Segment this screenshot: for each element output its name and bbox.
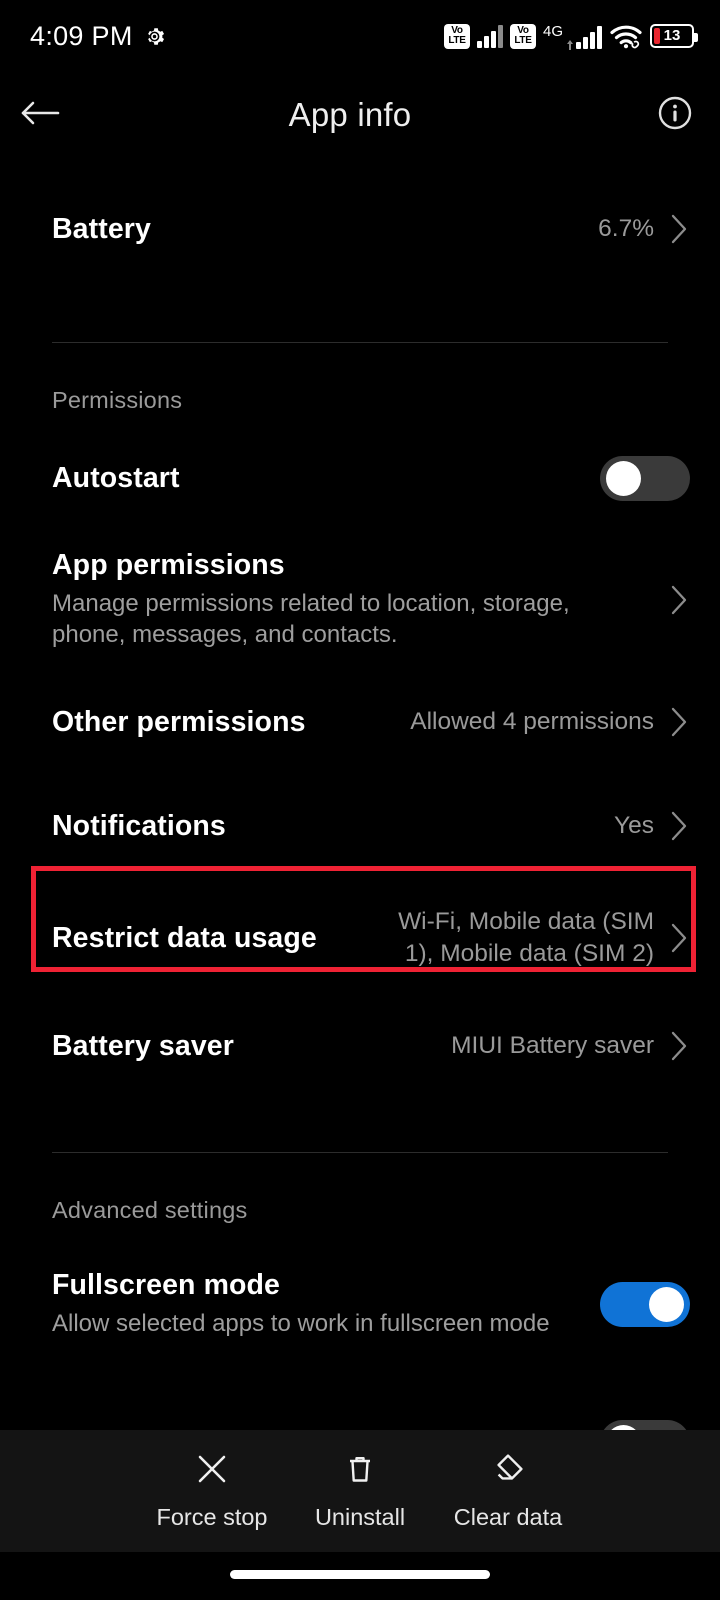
status-bar: 4:09 PM Vo LTE Vo LTE 4G 13 xyxy=(0,0,720,72)
app-info-screen: 4:09 PM Vo LTE Vo LTE 4G 13 App info Bat… xyxy=(0,0,720,1600)
chevron-right-icon xyxy=(668,921,690,955)
network-type-label: 4G xyxy=(542,22,563,40)
row-blur-app-previews[interactable]: Blur app previews xyxy=(0,1398,720,1430)
chevron-right-icon xyxy=(668,705,690,739)
battery-percent-label: 13 xyxy=(663,27,681,44)
signal-bars-sim2-icon xyxy=(576,25,602,49)
mobile-network-sim2-icon: 4G xyxy=(542,22,602,50)
eraser-icon xyxy=(491,1452,525,1491)
chevron-right-icon xyxy=(668,1029,690,1063)
row-battery-saver-value: MIUI Battery saver xyxy=(451,1032,654,1060)
toggle-knob xyxy=(649,1286,684,1322)
clear-data-label: Clear data xyxy=(453,1503,563,1530)
status-bar-left: 4:09 PM xyxy=(30,21,165,52)
row-app-permissions-title: App permissions xyxy=(52,549,285,582)
settings-list[interactable]: Battery 6.7% Permissions Autostart App p… xyxy=(0,170,720,1430)
signal-bars-sim1-icon xyxy=(476,24,503,48)
section-header-advanced-settings: Advanced settings xyxy=(52,1197,248,1223)
app-details-button[interactable] xyxy=(630,76,720,154)
row-notifications[interactable]: Notifications Yes xyxy=(0,782,720,870)
wifi-icon xyxy=(609,23,643,49)
toggle-knob xyxy=(606,460,641,496)
row-restrict-data-usage-value: Wi-Fi, Mobile data (SIM 1), Mobile data … xyxy=(398,908,654,967)
row-other-permissions-title: Other permissions xyxy=(52,705,306,738)
row-autostart[interactable]: Autostart xyxy=(0,434,720,522)
spacer-before-advanced xyxy=(0,1090,720,1152)
chevron-right-icon xyxy=(668,212,690,246)
chevron-right-icon xyxy=(668,583,690,617)
back-arrow-icon xyxy=(20,99,60,132)
row-app-permissions-subtitle: Manage permissions related to location, … xyxy=(52,590,570,648)
page-title: App info xyxy=(288,96,412,133)
section-header-permissions: Permissions xyxy=(52,387,183,413)
row-battery-title: Battery xyxy=(52,212,151,245)
row-app-permissions-texts: App permissions Manage permissions relat… xyxy=(52,549,668,650)
clear-data-button[interactable]: Clear data xyxy=(434,1452,582,1531)
spacer-advanced-top xyxy=(0,1153,720,1197)
row-battery-value: 6.7% xyxy=(598,215,654,243)
row-notifications-value: Yes xyxy=(614,812,654,840)
row-battery-saver[interactable]: Battery saver MIUI Battery saver xyxy=(0,1002,720,1090)
trash-icon xyxy=(343,1452,377,1491)
row-fullscreen-mode-subtitle: Allow selected apps to work in fullscree… xyxy=(52,1309,550,1337)
row-restrict-data-usage-title: Restrict data usage xyxy=(52,921,317,954)
row-fullscreen-mode-texts: Fullscreen mode Allow selected apps to w… xyxy=(52,1269,600,1340)
row-fullscreen-mode-title: Fullscreen mode xyxy=(52,1268,280,1301)
row-notifications-texts: Notifications xyxy=(52,810,614,843)
row-restrict-data-usage[interactable]: Restrict data usage Wi-Fi, Mobile data (… xyxy=(0,890,720,986)
chevron-right-icon xyxy=(668,809,690,843)
row-battery-saver-title: Battery saver xyxy=(52,1029,234,1062)
force-stop-button[interactable]: Force stop xyxy=(138,1452,286,1531)
back-button[interactable] xyxy=(0,76,80,154)
force-stop-label: Force stop xyxy=(156,1503,268,1530)
uninstall-button[interactable]: Uninstall xyxy=(286,1452,434,1531)
spacer-permissions-top xyxy=(0,343,720,387)
row-autostart-texts: Autostart xyxy=(52,462,600,495)
row-battery-saver-texts: Battery saver xyxy=(52,1030,451,1063)
battery-icon: 13 xyxy=(650,24,698,48)
row-restrict-data-usage-texts: Restrict data usage xyxy=(52,922,376,955)
bottom-action-bar: Force stop Uninstall Clear data xyxy=(0,1430,720,1552)
row-other-permissions-texts: Other permissions xyxy=(52,706,410,739)
blur-app-previews-toggle[interactable] xyxy=(600,1419,690,1430)
row-app-permissions[interactable]: App permissions Manage permissions relat… xyxy=(0,540,720,660)
volte-sim2-icon: Vo LTE xyxy=(509,23,536,49)
data-arrow-icon xyxy=(566,37,574,50)
status-bar-right: Vo LTE Vo LTE 4G 13 xyxy=(443,22,698,50)
info-icon xyxy=(658,96,692,135)
row-notifications-title: Notifications xyxy=(52,809,226,842)
autostart-toggle[interactable] xyxy=(600,455,690,501)
row-battery[interactable]: Battery 6.7% xyxy=(0,170,720,274)
close-x-icon xyxy=(195,1452,229,1491)
spacer-after-battery xyxy=(0,274,720,342)
volte-sim1-icon: Vo LTE xyxy=(443,23,470,49)
gear-icon xyxy=(144,26,165,47)
home-gesture-bar[interactable] xyxy=(230,1570,490,1579)
app-bar: App info xyxy=(0,76,720,154)
row-autostart-title: Autostart xyxy=(52,461,180,494)
row-other-permissions[interactable]: Other permissions Allowed 4 permissions xyxy=(0,678,720,766)
row-battery-texts: Battery xyxy=(52,213,598,246)
fullscreen-mode-toggle[interactable] xyxy=(600,1281,690,1327)
row-other-permissions-value: Allowed 4 permissions xyxy=(410,708,654,736)
row-fullscreen-mode[interactable]: Fullscreen mode Allow selected apps to w… xyxy=(0,1242,720,1366)
status-bar-clock: 4:09 PM xyxy=(30,20,133,51)
uninstall-label: Uninstall xyxy=(314,1503,406,1530)
